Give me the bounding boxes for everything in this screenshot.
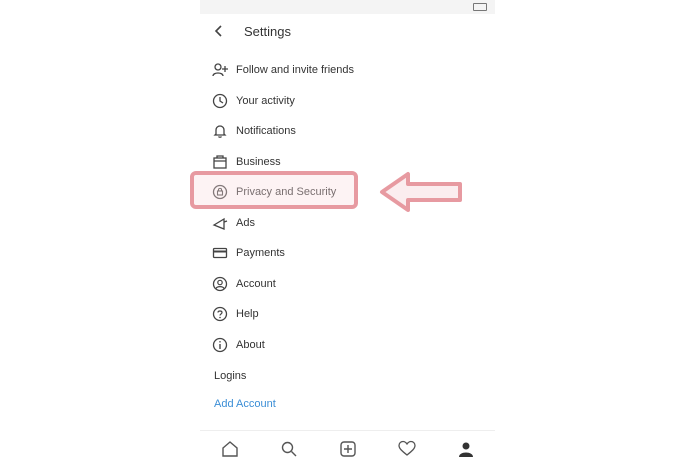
highlight-box [190, 171, 358, 209]
menu-item-label: About [236, 338, 265, 351]
menu-item-label: Follow and invite friends [236, 64, 355, 77]
business-icon [212, 154, 228, 170]
menu-item-label: Business [236, 155, 281, 168]
menu-item-help[interactable]: Help [212, 299, 482, 330]
menu-item-activity[interactable]: Your activity [212, 86, 482, 117]
status-bar [200, 0, 495, 14]
account-icon [212, 276, 228, 292]
person-add-icon [212, 62, 228, 78]
profile-icon[interactable] [451, 434, 481, 464]
menu-item-label: Your activity [236, 94, 295, 107]
help-icon [212, 306, 228, 322]
add-account-link[interactable]: Add Account [214, 398, 276, 410]
activity-icon [212, 93, 228, 109]
add-post-icon[interactable] [333, 434, 363, 464]
menu-item-follow-invite[interactable]: Follow and invite friends [212, 55, 482, 86]
pointer-arrow-icon [380, 172, 462, 212]
menu-item-label: Help [236, 308, 259, 321]
menu-item-account[interactable]: Account [212, 269, 482, 300]
menu-item-notifications[interactable]: Notifications [212, 116, 482, 147]
menu-item-label: Ads [236, 216, 255, 229]
logins-section-label: Logins [214, 370, 247, 382]
menu-item-about[interactable]: About [212, 330, 482, 361]
page-title: Settings [244, 23, 291, 39]
search-icon[interactable] [274, 434, 304, 464]
heart-icon[interactable] [392, 434, 422, 464]
menu-item-label: Payments [236, 247, 285, 260]
menu-item-label: Account [236, 277, 276, 290]
battery-icon [473, 3, 487, 11]
bell-icon [212, 123, 228, 139]
menu-item-payments[interactable]: Payments [212, 238, 482, 269]
info-icon [212, 337, 228, 353]
menu-item-label: Notifications [236, 125, 296, 138]
screenshot: Settings Follow and invite friends Your … [0, 0, 700, 465]
megaphone-icon [212, 215, 228, 231]
card-icon [212, 245, 228, 261]
home-icon[interactable] [215, 434, 245, 464]
header: Settings [200, 16, 495, 46]
phone-screen: Settings Follow and invite friends Your … [200, 0, 495, 465]
bottom-navigation [200, 430, 495, 465]
back-arrow-icon[interactable] [204, 16, 234, 46]
